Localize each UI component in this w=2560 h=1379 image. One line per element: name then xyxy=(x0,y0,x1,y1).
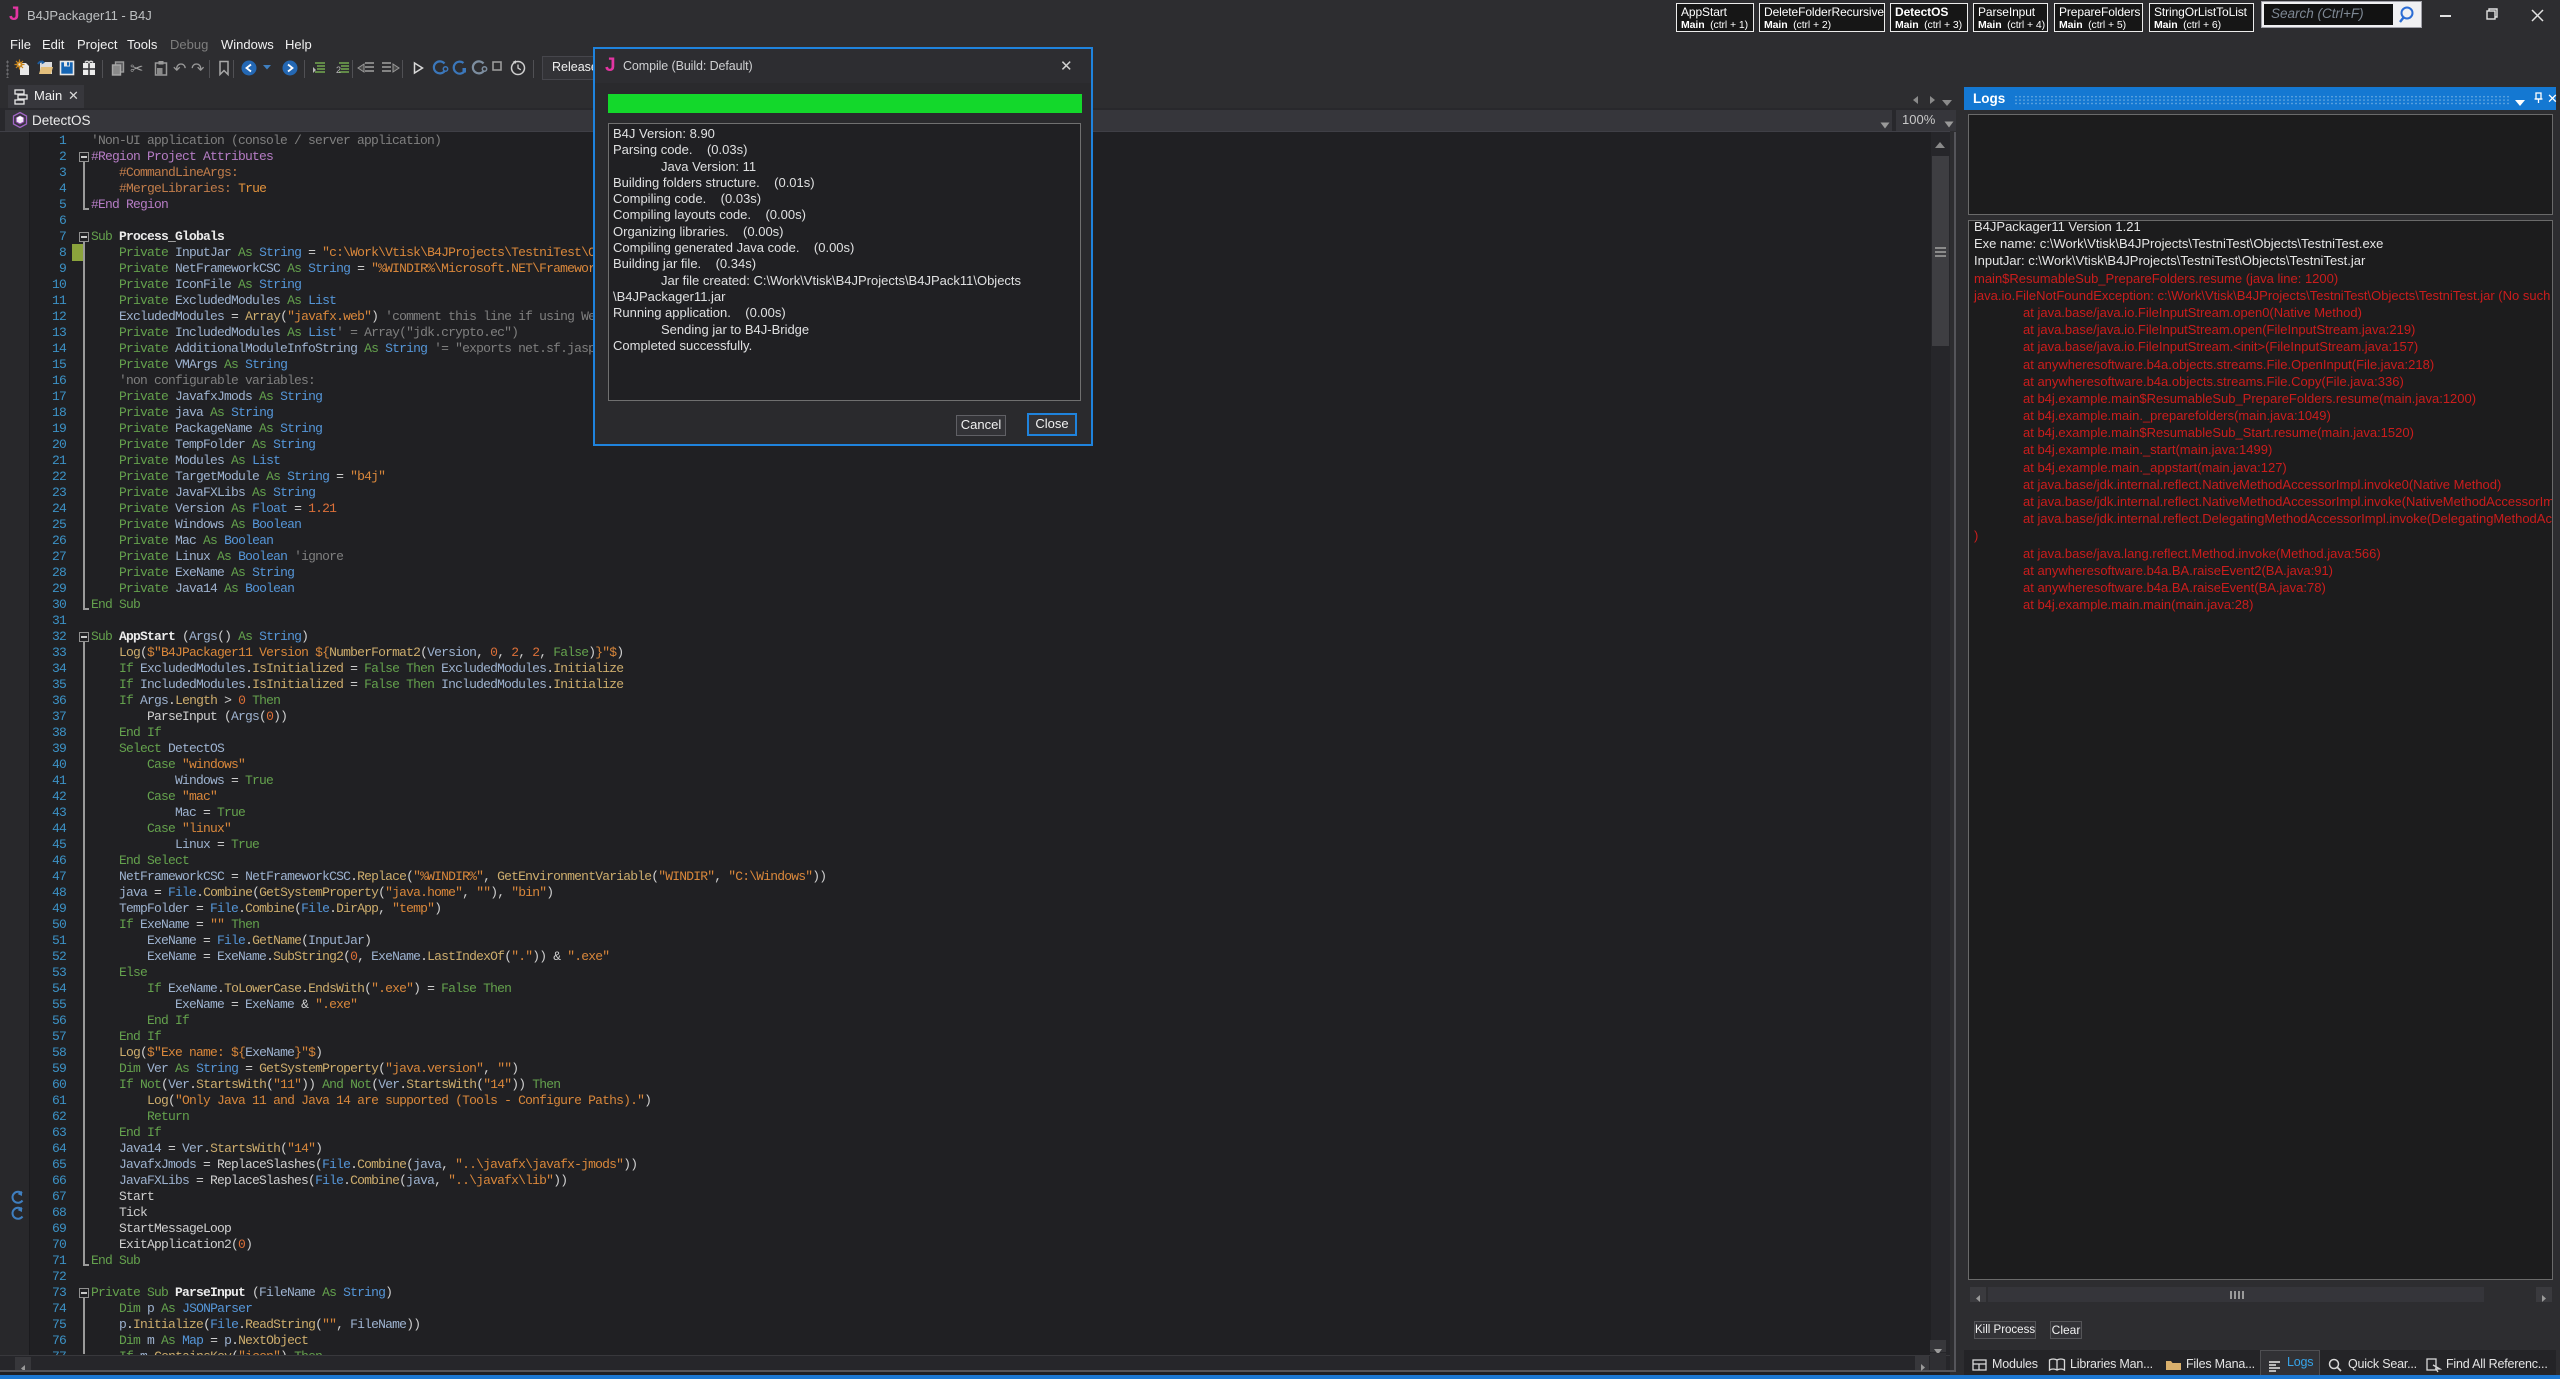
svg-text:2: 2 xyxy=(336,65,341,75)
